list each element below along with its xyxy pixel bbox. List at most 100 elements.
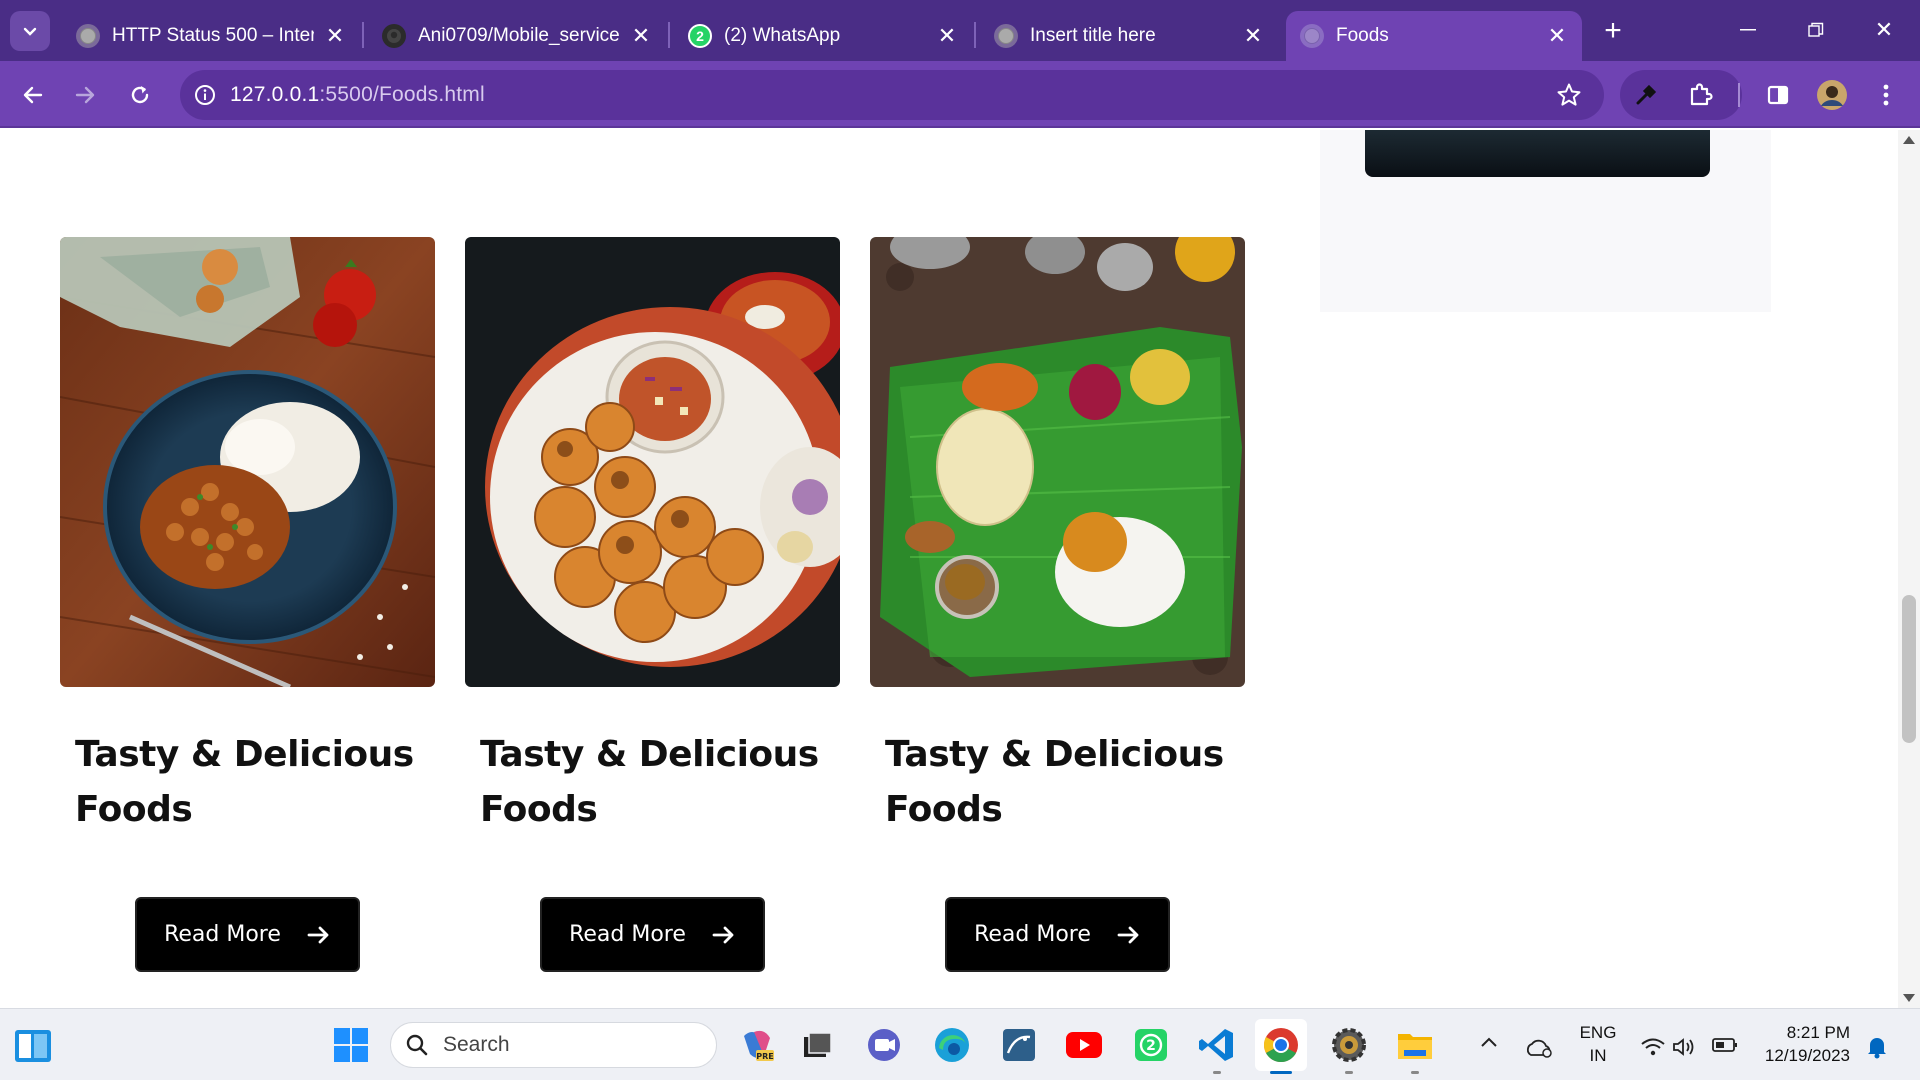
clock-time: 8:21 PM (1786, 1023, 1850, 1042)
running-indicator (1345, 1071, 1353, 1074)
globe-icon (76, 24, 100, 48)
read-more-button[interactable]: Read More (135, 897, 360, 972)
region-code: IN (1589, 1046, 1607, 1065)
close-icon[interactable]: ✕ (936, 23, 958, 49)
chrome-icon[interactable] (1255, 1019, 1307, 1071)
tab-foods[interactable]: Foods ✕ (1286, 11, 1582, 61)
page-scrollbar[interactable] (1898, 130, 1920, 1008)
clock-date: 12/19/2023 (1764, 1046, 1850, 1065)
tab-title: HTTP Status 500 – Internal Server Error (112, 25, 314, 46)
minimize-button[interactable] (1720, 10, 1776, 50)
forward-button[interactable] (65, 75, 105, 115)
clock[interactable]: 8:21 PM 12/19/2023 (1754, 1021, 1850, 1067)
site-info-icon[interactable] (180, 84, 230, 106)
tab-whatsapp[interactable]: 2 (2) WhatsApp ✕ (674, 11, 972, 61)
food-photo-banana-leaf-thali (870, 237, 1245, 687)
puzzle-extensions-icon[interactable] (1680, 75, 1720, 115)
tab-insert-title[interactable]: Insert title here ✕ (980, 11, 1278, 61)
url-path: :5500/Foods.html (319, 83, 485, 106)
sidebar-image (1365, 130, 1710, 177)
close-icon[interactable]: ✕ (1242, 23, 1264, 49)
close-window-button[interactable]: ✕ (1856, 10, 1912, 50)
whatsapp-badge: 2 (1146, 1038, 1156, 1054)
tab-title: Ani0709/Mobile_services (418, 25, 620, 46)
sidebar-panel (1320, 130, 1771, 312)
tab-http-status[interactable]: HTTP Status 500 – Internal Server Error … (62, 11, 360, 61)
onedrive-cloud-icon[interactable] (1524, 1037, 1554, 1064)
running-indicator (1411, 1071, 1419, 1074)
copilot-icon[interactable]: PRE (737, 1025, 777, 1065)
food-card: Tasty & Delicious Foods Read More (870, 237, 1245, 972)
whatsapp-icon: 2 (688, 24, 712, 48)
toolbar-divider (1738, 83, 1740, 107)
vscode-icon[interactable] (1197, 1025, 1237, 1065)
volume-icon[interactable] (1672, 1037, 1696, 1062)
widgets-icon[interactable] (14, 1029, 52, 1063)
food-card: Tasty & Delicious Foods Read More (465, 237, 840, 972)
card-title: Tasty & Delicious Foods (480, 734, 819, 830)
windows-taskbar: Search PRE 2 ENG IN 8:21 PM 12/19/2023 (0, 1008, 1920, 1080)
notification-bell-icon[interactable] (1866, 1035, 1888, 1064)
reload-button[interactable] (120, 75, 160, 115)
profile-avatar[interactable] (1812, 75, 1852, 115)
arrow-right-icon (1117, 925, 1141, 945)
tab-title: Insert title here (1030, 25, 1156, 46)
new-tab-button[interactable]: + (1596, 14, 1630, 48)
scroll-up-arrow-icon[interactable] (1903, 136, 1915, 144)
globe-icon (1300, 24, 1324, 48)
back-button[interactable] (13, 75, 53, 115)
edge-browser-icon[interactable] (932, 1025, 972, 1065)
chevron-up-icon[interactable] (1480, 1035, 1498, 1053)
start-windows-icon[interactable] (333, 1027, 369, 1063)
close-icon[interactable]: ✕ (630, 23, 652, 49)
address-bar[interactable]: 127.0.0.1:5500/Foods.html (180, 70, 1604, 120)
copilot-badge: PRE (756, 1052, 774, 1061)
side-panel-icon[interactable] (1758, 75, 1798, 115)
running-indicator (1213, 1071, 1221, 1074)
food-photo-chickpea-curry (60, 237, 435, 687)
read-more-button[interactable]: Read More (540, 897, 765, 972)
kebab-menu-icon[interactable] (1866, 75, 1906, 115)
read-more-label: Read More (164, 922, 281, 947)
tab-title: (2) WhatsApp (724, 25, 841, 46)
eyedropper-icon[interactable] (1626, 75, 1666, 115)
whatsapp-app-icon[interactable]: 2 (1131, 1025, 1171, 1065)
tab-search-button[interactable] (10, 11, 50, 51)
close-icon[interactable]: ✕ (1546, 23, 1568, 49)
restore-button[interactable] (1788, 10, 1844, 50)
tab-separator (362, 22, 364, 48)
teams-meet-icon[interactable] (864, 1025, 904, 1065)
arrow-right-icon (712, 925, 736, 945)
wifi-icon[interactable] (1640, 1037, 1666, 1062)
battery-icon[interactable] (1712, 1037, 1738, 1058)
task-view-icon[interactable] (797, 1025, 837, 1065)
github-icon (382, 24, 406, 48)
scroll-down-arrow-icon[interactable] (1903, 994, 1915, 1002)
language-indicator[interactable]: ENG IN (1572, 1021, 1624, 1067)
chevron-down-icon (23, 27, 37, 36)
read-more-button[interactable]: Read More (945, 897, 1170, 972)
tab-separator (668, 22, 670, 48)
food-photo-pav-bhaji (465, 237, 840, 687)
search-placeholder: Search (443, 1033, 510, 1056)
url-text[interactable]: 127.0.0.1:5500/Foods.html (230, 83, 485, 107)
mysql-workbench-icon[interactable] (999, 1025, 1039, 1065)
tab-strip: HTTP Status 500 – Internal Server Error … (0, 0, 1920, 61)
arrow-left-icon (23, 86, 43, 104)
tab-title: Foods (1336, 25, 1389, 46)
tab-github[interactable]: Ani0709/Mobile_services ✕ (368, 11, 666, 61)
active-indicator (1270, 1071, 1292, 1074)
read-more-label: Read More (569, 922, 686, 947)
taskbar-search[interactable]: Search (390, 1022, 717, 1068)
bookmark-star-icon[interactable] (1556, 82, 1582, 113)
youtube-icon[interactable] (1064, 1025, 1104, 1065)
url-host: 127.0.0.1 (230, 83, 320, 106)
card-title: Tasty & Delicious Foods (885, 734, 1224, 830)
file-explorer-icon[interactable] (1395, 1025, 1435, 1065)
card-title: Tasty & Delicious Foods (75, 734, 414, 830)
scroll-thumb[interactable] (1902, 595, 1916, 743)
settings-gear-icon[interactable] (1329, 1025, 1369, 1065)
language-code: ENG (1579, 1023, 1617, 1042)
reload-icon (131, 86, 149, 104)
close-icon[interactable]: ✕ (324, 23, 346, 49)
